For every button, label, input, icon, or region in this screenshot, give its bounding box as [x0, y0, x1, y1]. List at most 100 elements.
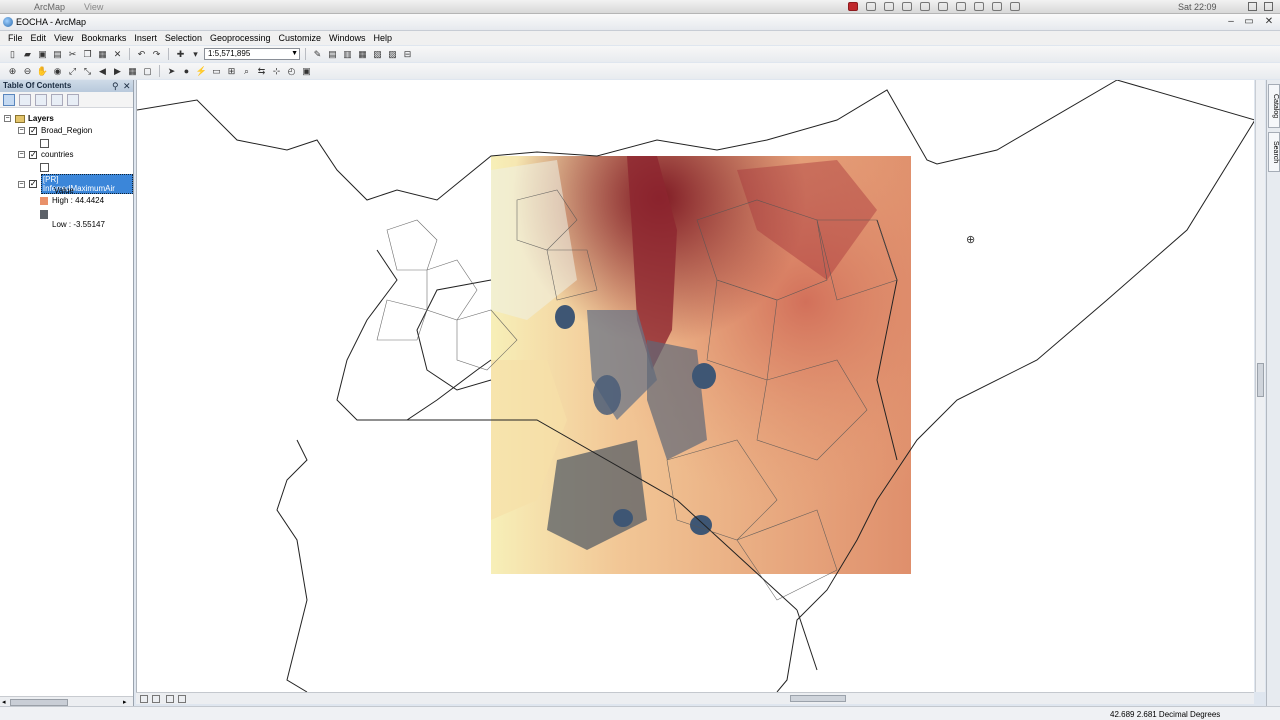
- undo-icon[interactable]: ↶: [135, 48, 148, 60]
- pan-icon[interactable]: ✋: [36, 65, 49, 77]
- html-popup-icon[interactable]: ▭: [210, 65, 223, 77]
- clear-selection-icon[interactable]: ▢: [141, 65, 154, 77]
- layer-visibility-checkbox[interactable]: ✓: [28, 180, 37, 188]
- polygon-symbol-icon[interactable]: [40, 139, 49, 148]
- print-icon[interactable]: ▤: [51, 48, 64, 60]
- display-icon[interactable]: [920, 2, 930, 11]
- map-canvas[interactable]: [137, 80, 1254, 692]
- select-elements-icon[interactable]: ➤: [165, 65, 178, 77]
- collapse-icon[interactable]: −: [18, 127, 25, 134]
- keyboard-icon[interactable]: [992, 2, 1002, 11]
- list-by-drawing-order-icon[interactable]: [3, 94, 15, 106]
- map-vertical-scrollbar[interactable]: [1255, 80, 1265, 692]
- back-extent-icon[interactable]: ◀: [96, 65, 109, 77]
- layer-visibility-checkbox[interactable]: ✓: [29, 150, 37, 159]
- fixed-zoom-in-icon[interactable]: ⤢: [66, 65, 79, 77]
- layer-symbol-row[interactable]: [40, 163, 49, 172]
- delete-icon[interactable]: ✕: [111, 48, 124, 60]
- settings-icon[interactable]: [866, 2, 876, 11]
- scrollbar-thumb[interactable]: [10, 699, 68, 706]
- menu-geoprocessing[interactable]: Geoprocessing: [210, 31, 276, 45]
- layer-symbol-row[interactable]: [40, 139, 49, 148]
- fixed-zoom-out-icon[interactable]: ⤡: [81, 65, 94, 77]
- add-data-dropdown-icon[interactable]: ▾: [189, 48, 202, 60]
- create-viewer-icon[interactable]: ▣: [300, 65, 313, 77]
- volume-icon[interactable]: [938, 2, 948, 11]
- python-window-icon[interactable]: ▨: [386, 48, 399, 60]
- toc-layer-row[interactable]: − ✓ countries: [18, 150, 73, 159]
- menu-customize[interactable]: Customize: [279, 31, 327, 45]
- refresh-icon[interactable]: [166, 695, 174, 703]
- flag-icon[interactable]: [902, 2, 912, 11]
- model-builder-icon[interactable]: ⊟: [401, 48, 414, 60]
- copy-icon[interactable]: ❐: [81, 48, 94, 60]
- search-tab[interactable]: Search: [1268, 132, 1280, 172]
- polygon-symbol-icon[interactable]: [40, 163, 49, 172]
- legend-high-row[interactable]: High : 44.4424: [40, 196, 104, 205]
- save-icon[interactable]: ▣: [36, 48, 49, 60]
- legend-ramp-row[interactable]: [40, 210, 48, 219]
- os-view-menu[interactable]: View: [84, 2, 103, 12]
- cut-icon[interactable]: ✂: [66, 48, 79, 60]
- color-ramp-high-swatch[interactable]: [40, 196, 48, 205]
- collapse-icon[interactable]: −: [18, 151, 25, 158]
- menu-insert[interactable]: Insert: [134, 31, 162, 45]
- arctoolbox-icon[interactable]: ▧: [371, 48, 384, 60]
- pin-icon[interactable]: ⚲: [112, 80, 119, 92]
- pause-drawing-icon[interactable]: [178, 695, 186, 703]
- find-route-icon[interactable]: ⇆: [255, 65, 268, 77]
- map-horizontal-scrollbar[interactable]: [136, 692, 1254, 704]
- map-display[interactable]: [136, 80, 1254, 692]
- measure-icon[interactable]: ⊞: [225, 65, 238, 77]
- record-icon[interactable]: [848, 2, 858, 11]
- toc-root-row[interactable]: − Layers: [4, 114, 54, 123]
- list-by-source-icon[interactable]: [19, 94, 31, 106]
- search-window-icon[interactable]: ▦: [356, 48, 369, 60]
- editor-toolbar-icon[interactable]: ✎: [311, 48, 324, 60]
- forward-extent-icon[interactable]: ▶: [111, 65, 124, 77]
- list-by-visibility-icon[interactable]: [35, 94, 47, 106]
- data-view-icon[interactable]: [140, 695, 148, 703]
- menu-help[interactable]: Help: [374, 31, 398, 45]
- hyperlink-icon[interactable]: ⚡: [195, 65, 208, 77]
- collapse-icon[interactable]: −: [18, 180, 25, 188]
- select-by-rectangle-icon[interactable]: ▦: [126, 65, 139, 77]
- close-button[interactable]: ✕: [1262, 16, 1276, 28]
- bluetooth-icon[interactable]: [956, 2, 966, 11]
- battery-icon[interactable]: [1010, 2, 1020, 11]
- color-ramp-low-swatch[interactable]: [40, 210, 48, 219]
- toc-layer-row[interactable]: − ✓ Broad_Region: [18, 126, 92, 135]
- menu-view[interactable]: View: [54, 31, 78, 45]
- menu-selection[interactable]: Selection: [165, 31, 207, 45]
- new-document-icon[interactable]: ▯: [6, 48, 19, 60]
- maximize-button[interactable]: ▭: [1242, 16, 1256, 28]
- table-of-contents-icon[interactable]: ▤: [326, 48, 339, 60]
- camera-icon[interactable]: [884, 2, 894, 11]
- collapse-icon[interactable]: −: [4, 115, 11, 122]
- toc-layer-row[interactable]: − ✓ [PR] InferredMaximumAir: [18, 174, 133, 194]
- redo-icon[interactable]: ↷: [150, 48, 163, 60]
- open-folder-icon[interactable]: ▰: [21, 48, 34, 60]
- full-extent-icon[interactable]: ◉: [51, 65, 64, 77]
- layer-name[interactable]: Broad_Region: [41, 126, 92, 135]
- find-icon[interactable]: ⌕: [240, 65, 253, 77]
- menu-bookmarks[interactable]: Bookmarks: [81, 31, 131, 45]
- menu-file[interactable]: File: [8, 31, 28, 45]
- menu-windows[interactable]: Windows: [329, 31, 371, 45]
- wifi-icon[interactable]: [974, 2, 984, 11]
- scroll-left-icon[interactable]: ◂: [2, 698, 6, 706]
- layer-visibility-checkbox[interactable]: ✓: [29, 126, 37, 135]
- catalog-tab[interactable]: Catalog: [1268, 84, 1280, 128]
- toc-options-icon[interactable]: [67, 94, 79, 106]
- scroll-right-icon[interactable]: ▸: [123, 698, 127, 706]
- add-data-icon[interactable]: ✚: [174, 48, 187, 60]
- paste-icon[interactable]: ▦: [96, 48, 109, 60]
- close-panel-icon[interactable]: ✕: [123, 80, 131, 92]
- list-by-selection-icon[interactable]: [51, 94, 63, 106]
- scrollbar-thumb[interactable]: [790, 695, 846, 702]
- os-app-name[interactable]: ArcMap: [34, 2, 65, 12]
- identify-icon[interactable]: ●: [180, 65, 193, 77]
- time-slider-icon[interactable]: ◴: [285, 65, 298, 77]
- os-clock[interactable]: Sat 22:09: [1178, 2, 1217, 12]
- notification-icon[interactable]: [1264, 2, 1273, 11]
